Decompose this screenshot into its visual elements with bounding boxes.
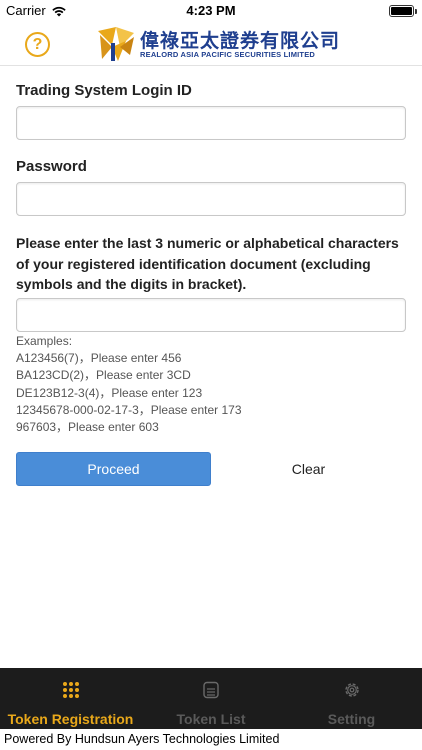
login-id-label: Trading System Login ID (16, 82, 192, 99)
example-item: BA123CD(2)，Please enter 3CD (16, 368, 191, 383)
example-item: A123456(7)，Please enter 456 (16, 351, 182, 366)
help-button[interactable]: ? (25, 32, 50, 57)
tab-token-registration[interactable]: Token Registration (0, 668, 141, 729)
app-header: ? 偉祿亞太證券有限公司 REALORD ASIA PACIFIC SECURI… (0, 22, 422, 66)
battery-icon (389, 5, 414, 17)
id-chars-input[interactable] (16, 298, 406, 332)
gear-icon (344, 683, 359, 697)
password-input[interactable] (16, 182, 406, 216)
battery-fill (391, 7, 412, 15)
proceed-button[interactable]: Proceed (16, 452, 211, 486)
tab-bar: Token Registration Token List Setting (0, 668, 422, 729)
example-item: 12345678-000-02-17-3，Please enter 173 (16, 402, 242, 417)
logo-english-name: REALORD ASIA PACIFIC SECURITIES LIMITED (140, 50, 316, 59)
powered-by-footer: Powered By Hundsun Ayers Technologies Li… (0, 729, 422, 750)
grid-dots-icon (62, 682, 79, 698)
login-id-input[interactable] (16, 106, 406, 140)
password-label: Password (16, 158, 87, 175)
logo-mark-icon (98, 27, 134, 61)
examples-list: Examples: A123456(7)，Please enter 456 BA… (16, 333, 242, 436)
tab-label: Token List (176, 711, 246, 727)
id-instruction-text: Please enter the last 3 numeric or alpha… (16, 235, 399, 292)
question-circle-icon: ? (32, 36, 43, 53)
status-time: 4:23 PM (186, 3, 236, 18)
tab-label: Token Registration (7, 711, 134, 727)
examples-title: Examples: (16, 334, 73, 348)
tab-token-list[interactable]: Token List (141, 668, 281, 729)
tab-setting[interactable]: Setting (281, 668, 422, 729)
clear-button[interactable]: Clear (211, 452, 406, 486)
logo-chinese-name: 偉祿亞太證券有限公司 (140, 30, 341, 52)
status-bar: Carrier 4:23 PM (0, 0, 422, 22)
example-item: 967603，Please enter 603 (16, 420, 159, 435)
battery-tip (415, 9, 417, 14)
example-item: DE123B12-3(4)，Please enter 123 (16, 385, 203, 400)
list-box-icon (203, 681, 219, 699)
company-logo: 偉祿亞太證券有限公司 REALORD ASIA PACIFIC SECURITI… (96, 25, 339, 63)
tab-label: Setting (327, 711, 376, 727)
